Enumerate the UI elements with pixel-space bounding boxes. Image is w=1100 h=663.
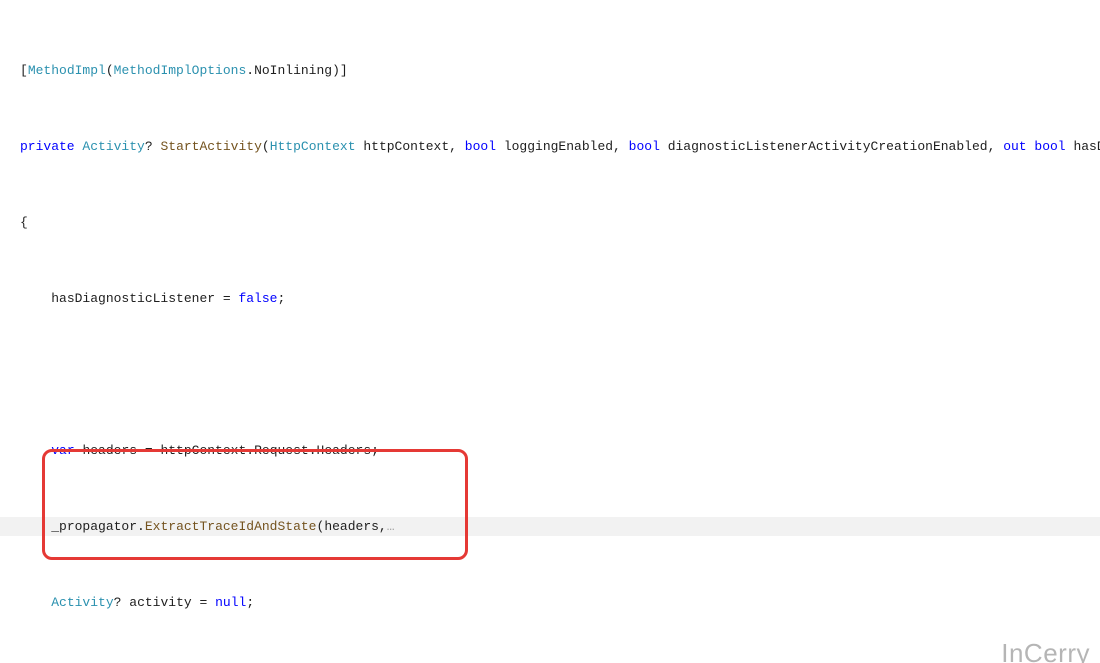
code-line-collapsed[interactable]: _propagator.ExtractTraceIdAndState(heade… bbox=[0, 517, 1100, 536]
fold-ellipsis-icon[interactable]: … bbox=[387, 519, 395, 534]
code-editor[interactable]: [MethodImpl(MethodImplOptions.NoInlining… bbox=[0, 0, 1100, 663]
code-line[interactable]: Activity? activity = null; bbox=[0, 593, 1100, 612]
bracket-close: ] bbox=[340, 63, 348, 78]
code-line[interactable]: private Activity? StartActivity(HttpCont… bbox=[0, 137, 1100, 156]
code-line[interactable]: { bbox=[0, 213, 1100, 232]
kw-private: private bbox=[20, 139, 75, 154]
code-line[interactable]: [MethodImpl(MethodImplOptions.NoInlining… bbox=[0, 61, 1100, 80]
method-name: StartActivity bbox=[160, 139, 261, 154]
highlight-box bbox=[42, 449, 468, 560]
watermark: InCerry bbox=[1001, 644, 1090, 663]
code-line[interactable]: hasDiagnosticListener = false; bbox=[0, 289, 1100, 308]
brace-open: { bbox=[20, 215, 28, 230]
code-line[interactable]: var headers = httpContext.Request.Header… bbox=[0, 441, 1100, 460]
code-line[interactable] bbox=[0, 365, 1100, 384]
attr-name: MethodImpl bbox=[28, 63, 106, 78]
bracket-open: [ bbox=[20, 63, 28, 78]
